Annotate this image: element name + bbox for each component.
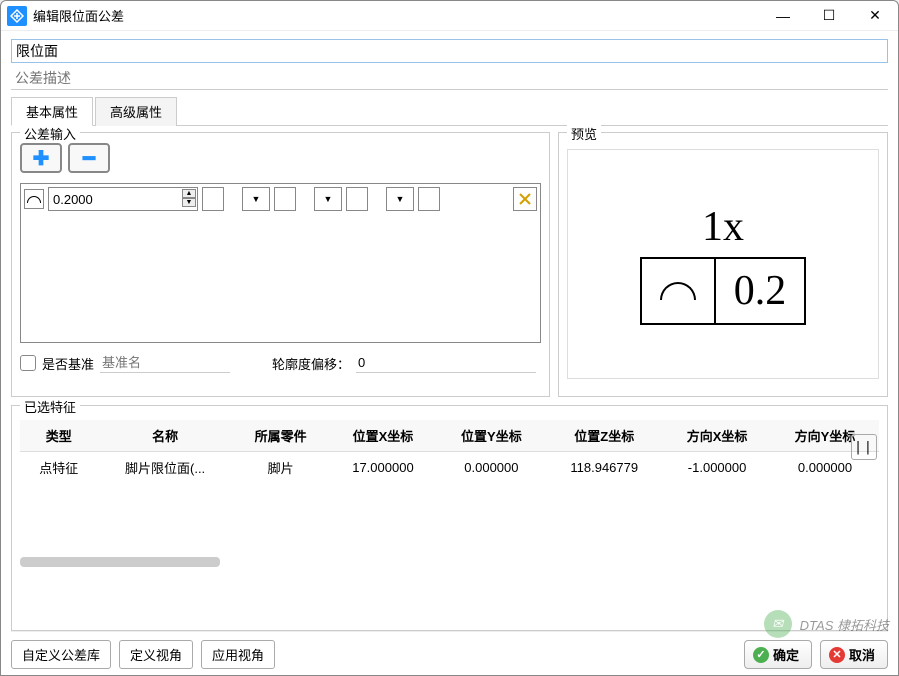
define-view-button[interactable]: 定义视角	[119, 640, 193, 669]
tolerance-buttons: ✚ ━	[20, 143, 541, 173]
bottom-row: 自定义公差库 定义视角 应用视角 ✓ 确定 ✕ 取消	[11, 631, 888, 669]
titlebar: 编辑限位面公差 — ☐ ✕	[1, 1, 898, 31]
content-area: 基本属性 高级属性 公差输入 ✚ ━ ▲ ▼	[1, 31, 898, 675]
window-controls: — ☐ ✕	[760, 1, 898, 31]
spin-down-button[interactable]: ▼	[182, 198, 196, 207]
horizontal-scrollbar[interactable]	[20, 557, 220, 567]
profile-symbol-icon[interactable]	[24, 189, 44, 209]
mid-row: 公差输入 ✚ ━ ▲ ▼	[11, 132, 888, 397]
spinner: ▲ ▼	[182, 189, 196, 207]
datum-b-dropdown[interactable]: ▼	[314, 187, 342, 211]
delete-row-button[interactable]	[513, 187, 537, 211]
check-icon: ✓	[753, 647, 769, 663]
cell-dx: -1.000000	[663, 452, 771, 484]
datum-c-modifier[interactable]	[418, 187, 440, 211]
cell-py: 0.000000	[437, 452, 545, 484]
is-datum-label: 是否基准	[42, 354, 94, 373]
datum-row: 是否基准 轮廓度偏移：	[20, 353, 541, 373]
profile-offset-label: 轮廓度偏移：	[272, 354, 350, 373]
minimize-button[interactable]: —	[760, 1, 806, 31]
table-header-row: 类型 名称 所属零件 位置X坐标 位置Y坐标 位置Z坐标 方向X坐标 方向Y坐标	[20, 420, 879, 452]
spin-up-button[interactable]: ▲	[182, 189, 196, 198]
custom-library-button[interactable]: 自定义公差库	[11, 640, 111, 669]
remove-tolerance-button[interactable]: ━	[68, 143, 110, 173]
tolerance-input-group: 公差输入 ✚ ━ ▲ ▼	[11, 132, 550, 397]
tabs: 基本属性 高级属性	[11, 96, 888, 126]
preview-symbol-icon	[642, 259, 714, 323]
selected-features-legend: 已选特征	[20, 397, 80, 416]
datum-a-modifier[interactable]	[274, 187, 296, 211]
tolerance-value-wrap: ▲ ▼	[48, 187, 198, 211]
tolerance-desc-input[interactable]	[11, 67, 888, 90]
close-button[interactable]: ✕	[852, 1, 898, 31]
features-table: 类型 名称 所属零件 位置X坐标 位置Y坐标 位置Z坐标 方向X坐标 方向Y坐标	[20, 420, 879, 483]
cell-name: 脚片限位面(...	[97, 452, 232, 484]
ok-button[interactable]: ✓ 确定	[744, 640, 812, 669]
datum-c-dropdown[interactable]: ▼	[386, 187, 414, 211]
cell-px: 17.000000	[328, 452, 437, 484]
col-dirx[interactable]: 方向X坐标	[663, 420, 771, 452]
add-tolerance-button[interactable]: ✚	[20, 143, 62, 173]
is-datum-checkbox[interactable]	[20, 355, 36, 371]
col-posy[interactable]: 位置Y坐标	[437, 420, 545, 452]
features-table-wrap[interactable]: 类型 名称 所属零件 位置X坐标 位置Y坐标 位置Z坐标 方向X坐标 方向Y坐标	[20, 420, 879, 622]
datum-b-modifier[interactable]	[346, 187, 368, 211]
tolerance-row: ▲ ▼ ▼ ▼ ▼	[24, 187, 537, 211]
cancel-label: 取消	[849, 645, 875, 664]
dialog-window: 编辑限位面公差 — ☐ ✕ 基本属性 高级属性 公差输入 ✚ ━	[0, 0, 899, 676]
tab-basic[interactable]: 基本属性	[11, 97, 93, 126]
datum-a-dropdown[interactable]: ▼	[242, 187, 270, 211]
tab-advanced[interactable]: 高级属性	[95, 97, 177, 126]
col-part[interactable]: 所属零件	[233, 420, 329, 452]
table-row[interactable]: 点特征 脚片限位面(... 脚片 17.000000 0.000000 118.…	[20, 452, 879, 484]
modifier-box-1[interactable]	[202, 187, 224, 211]
preview-legend: 预览	[567, 124, 601, 143]
preview-value: 0.2	[714, 259, 805, 323]
preview-frame: 0.2	[640, 257, 807, 325]
ok-label: 确定	[773, 645, 799, 664]
datum-name-input[interactable]	[100, 353, 230, 373]
preview-canvas: 1x 0.2	[567, 149, 879, 379]
tolerance-list: ▲ ▼ ▼ ▼ ▼	[20, 183, 541, 343]
col-name[interactable]: 名称	[97, 420, 232, 452]
selected-features-group: 已选特征 || 类型 名称 所属零件 位置X坐标 位置Y坐标 位置Z坐标 方向X…	[11, 405, 888, 631]
profile-offset-input[interactable]	[356, 353, 536, 373]
maximize-button[interactable]: ☐	[806, 1, 852, 31]
preview-group: 预览 1x 0.2	[558, 132, 888, 397]
tolerance-name-input[interactable]	[11, 39, 888, 63]
apply-view-button[interactable]: 应用视角	[201, 640, 275, 669]
cell-part: 脚片	[233, 452, 329, 484]
cell-type: 点特征	[20, 452, 97, 484]
pause-button[interactable]: ||	[851, 434, 877, 460]
tolerance-value-input[interactable]	[48, 187, 198, 211]
top-inputs	[11, 39, 888, 90]
cell-pz: 118.946779	[545, 452, 663, 484]
preview-multiplier: 1x	[702, 203, 744, 251]
cancel-icon: ✕	[829, 647, 845, 663]
cancel-button[interactable]: ✕ 取消	[820, 640, 888, 669]
window-title: 编辑限位面公差	[33, 6, 760, 25]
tolerance-input-legend: 公差输入	[20, 124, 80, 143]
col-type[interactable]: 类型	[20, 420, 97, 452]
col-posx[interactable]: 位置X坐标	[328, 420, 437, 452]
col-posz[interactable]: 位置Z坐标	[545, 420, 663, 452]
app-icon	[7, 6, 27, 26]
